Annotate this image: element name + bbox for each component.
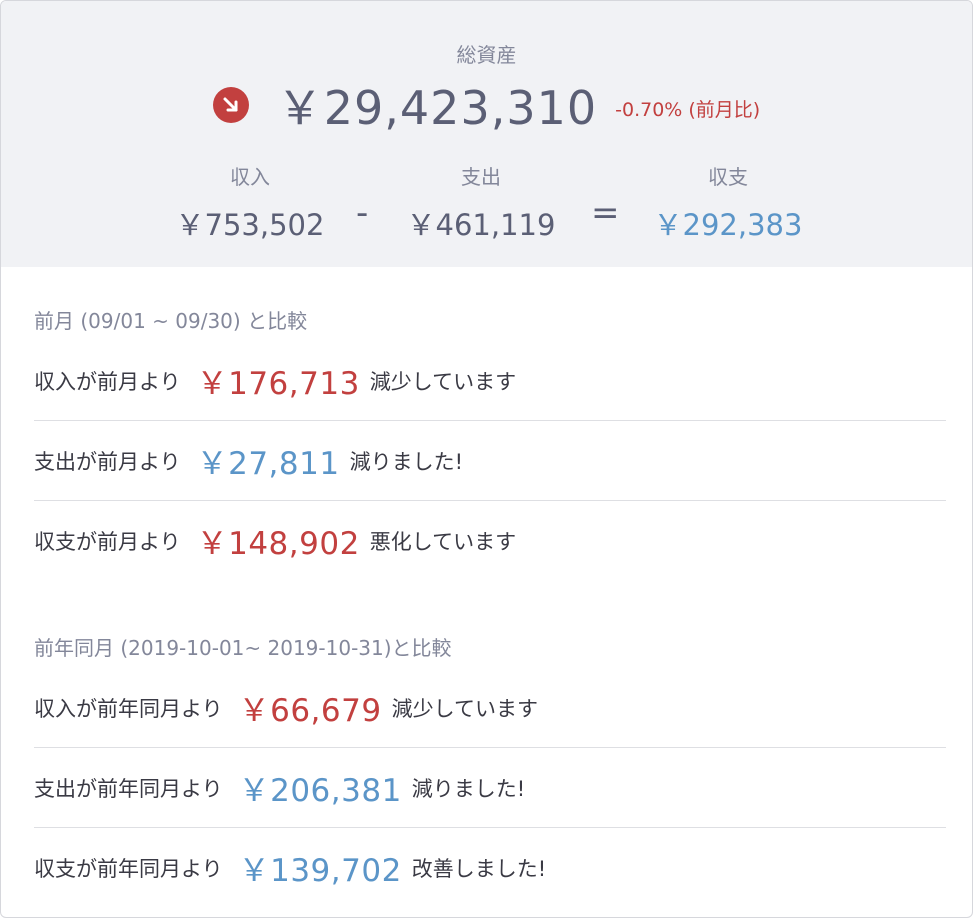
year-comparison-row: 収支が前年同月より ￥139,702 改善しました! [34, 828, 946, 907]
comparison-lead: 支出が前月より [34, 449, 181, 474]
total-assets-label: 総資産 [456, 43, 517, 67]
comparison-lead: 収入が前年同月より [34, 696, 223, 721]
balance-value: ￥292,383 [653, 208, 803, 242]
month-comparison-title: 前月 (09/01 ~ 09/30) と比較 [34, 309, 308, 333]
balance-summary: 収支 ￥292,383 [653, 161, 803, 244]
comparison-status: 減りました! [411, 776, 526, 801]
asset-summary-card: 総資産 ￥29,423,310 -0.70% (前月比) 収入 ￥753,502… [0, 0, 973, 918]
income-value: ￥753,502 [175, 208, 325, 242]
comparison-amount: ￥148,902 [196, 526, 360, 562]
income-label: 収入 [230, 165, 270, 189]
total-assets-change: -0.70% (前月比) [615, 98, 761, 121]
total-assets-row: ￥29,423,310 -0.70% (前月比) [1, 75, 972, 135]
comparison-status: 減少しています [391, 696, 538, 721]
comparison-amount: ￥139,702 [238, 853, 402, 889]
comparison-status: 悪化しています [369, 529, 517, 554]
comparison-status: 減りました! [349, 449, 463, 474]
comparison-amount: ￥206,381 [238, 773, 402, 809]
comparison-amount: ￥27,811 [196, 446, 340, 482]
month-comparison-row: 収支が前月より ￥148,902 悪化しています [34, 501, 946, 580]
comparison-lead: 収支が前年同月より [34, 856, 223, 881]
total-assets-value: ￥29,423,310 [276, 81, 598, 135]
year-comparison-row: 支出が前年同月より ￥206,381 減りました! [34, 748, 946, 828]
year-comparison-row: 収入が前年同月より ￥66,679 減少しています [34, 668, 946, 748]
comparison-status: 減少しています [369, 369, 517, 394]
month-comparison-row: 支出が前月より ￥27,811 減りました! [34, 421, 946, 501]
comparison-lead: 支出が前年同月より [34, 776, 223, 801]
summary-panel: 総資産 ￥29,423,310 -0.70% (前月比) 収入 ￥753,502… [1, 1, 972, 267]
income-summary: 収入 ￥753,502 [175, 161, 325, 244]
equals-operator: = [591, 193, 620, 233]
minus-operator: - [356, 193, 369, 233]
expense-label: 支出 [461, 165, 501, 189]
comparison-lead: 収入が前月より [34, 369, 181, 394]
arrow-down-right-icon [212, 87, 249, 123]
comparison-amount: ￥176,713 [196, 366, 360, 402]
year-comparison-title: 前年同月 (2019-10-01~ 2019-10-31)と比較 [34, 636, 452, 660]
expense-summary: 支出 ￥461,119 [406, 161, 556, 244]
comparison-status: 改善しました! [411, 856, 547, 881]
comparison-lead: 収支が前月より [34, 529, 181, 554]
balance-label: 収支 [708, 165, 748, 189]
comparison-amount: ￥66,679 [238, 693, 382, 729]
expense-value: ￥461,119 [406, 208, 556, 242]
month-comparison-row: 収入が前月より ￥176,713 減少しています [34, 341, 946, 421]
